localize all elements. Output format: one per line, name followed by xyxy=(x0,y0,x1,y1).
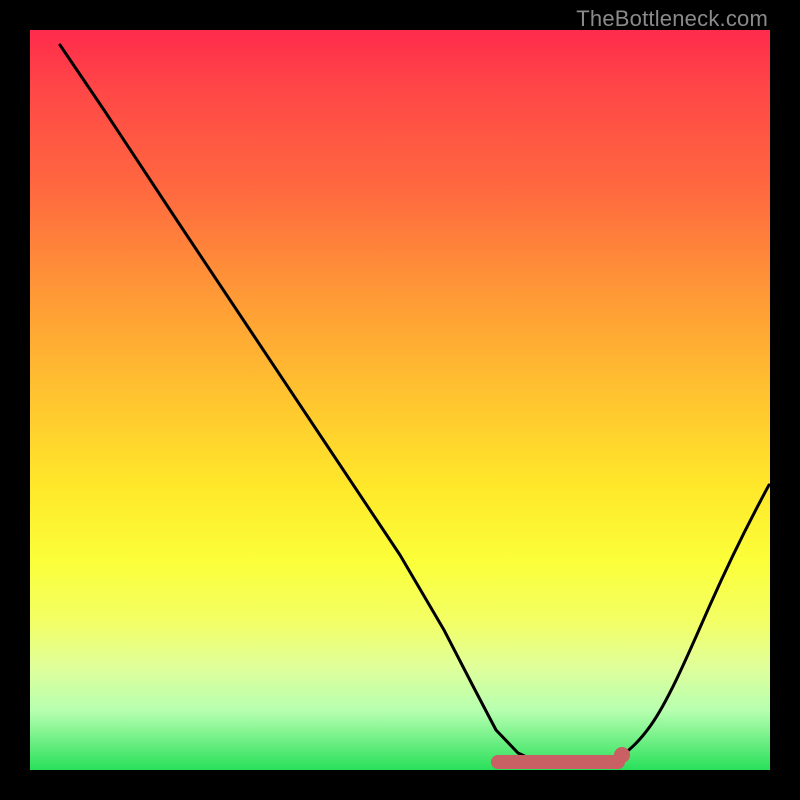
chart-gradient-area xyxy=(30,30,770,770)
optimal-range-end-dot xyxy=(614,747,630,763)
bottleneck-curve xyxy=(60,45,769,767)
watermark-text: TheBottleneck.com xyxy=(576,6,768,32)
chart-svg xyxy=(30,30,770,770)
